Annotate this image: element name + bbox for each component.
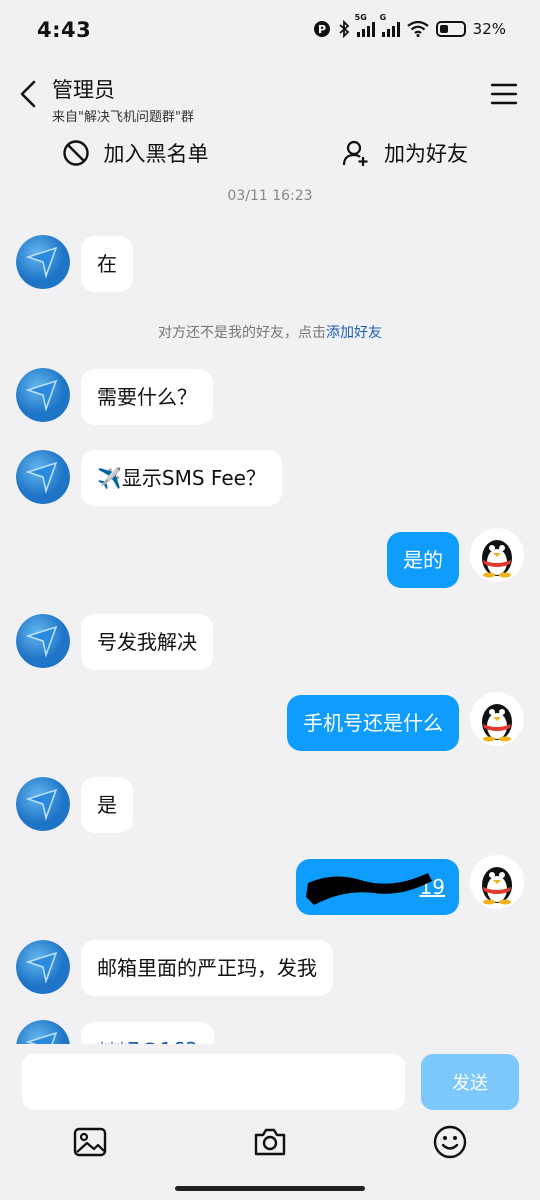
action-bar: 加入黑名单 加为好友 (0, 130, 540, 176)
image-icon[interactable] (72, 1124, 108, 1160)
status-icons: P 5G G 32% (313, 13, 506, 38)
contact-avatar[interactable] (16, 235, 70, 289)
bluetooth-icon (339, 20, 349, 38)
message-bubble[interactable]: 是 (81, 777, 133, 833)
contact-avatar[interactable] (16, 450, 70, 504)
message-bubble[interactable]: 需要什么？ (81, 369, 213, 425)
signal-5g-icon: 5G (355, 13, 375, 37)
message-bubble[interactable]: 号发我解决 (81, 614, 213, 670)
status-time: 4:43 (37, 18, 92, 42)
emoji-icon[interactable] (432, 1124, 468, 1160)
block-icon (62, 140, 89, 166)
battery-percent: 32% (472, 20, 506, 38)
send-button[interactable]: 发送 (421, 1054, 519, 1110)
message-input[interactable] (22, 1054, 405, 1110)
wifi-icon (406, 21, 429, 37)
message-timestamp: 03/11 16:23 (227, 188, 313, 204)
redaction-scribble (306, 873, 432, 905)
message-bubble[interactable]: ***7@163 (81, 1022, 214, 1044)
camera-icon[interactable] (252, 1124, 288, 1160)
contact-avatar[interactable] (16, 368, 70, 422)
my-avatar[interactable] (470, 528, 524, 582)
add-user-icon (342, 140, 368, 166)
message-bubble-sent[interactable]: 是的 (387, 532, 459, 588)
p-app-icon: P (313, 21, 330, 37)
contact-avatar[interactable] (16, 1020, 70, 1044)
notice-text: 对方还不是我的好友，点击 (158, 325, 326, 341)
composer: 发送 (0, 1044, 540, 1200)
add-friend-link[interactable]: 添加好友 (326, 325, 382, 341)
message-bubble-sent[interactable]: 19 (296, 859, 459, 915)
menu-icon[interactable] (490, 82, 518, 106)
friend-notice: 对方还不是我的好友，点击添加好友 (0, 322, 540, 342)
message-bubble[interactable]: 邮箱里面的严正玛，发我 (81, 940, 333, 996)
home-indicator[interactable] (175, 1186, 365, 1191)
chat-header: 管理员 来自"解决飞机问题群"群 (0, 60, 540, 130)
back-arrow-icon[interactable] (14, 74, 46, 114)
signal-g-icon: G (380, 13, 400, 37)
block-button[interactable]: 加入黑名单 (0, 130, 270, 176)
add-friend-label: 加为好友 (384, 142, 468, 166)
message-bubble[interactable]: 在 (81, 236, 133, 292)
contact-avatar[interactable] (16, 777, 70, 831)
message-bubble[interactable]: ✈️显示SMS Fee？ (81, 450, 282, 506)
page-subtitle: 来自"解决飞机问题群"群 (52, 110, 194, 125)
my-avatar[interactable] (470, 855, 524, 909)
contact-avatar[interactable] (16, 940, 70, 994)
battery-icon (435, 21, 466, 37)
contact-avatar[interactable] (16, 614, 70, 668)
add-friend-button[interactable]: 加为好友 (270, 130, 540, 176)
block-label: 加入黑名单 (103, 142, 209, 166)
message-bubble-sent[interactable]: 手机号还是什么 (287, 695, 459, 751)
chat-messages[interactable]: 03/11 16:23 在 对方还不是我的好友，点击添加好友 需要什么？ ✈️显… (0, 176, 540, 1044)
my-avatar[interactable] (470, 692, 524, 746)
status-bar: 4:43 P 5G G 32% (0, 0, 540, 60)
page-title: 管理员 (52, 78, 115, 102)
svg-text:P: P (318, 23, 326, 36)
